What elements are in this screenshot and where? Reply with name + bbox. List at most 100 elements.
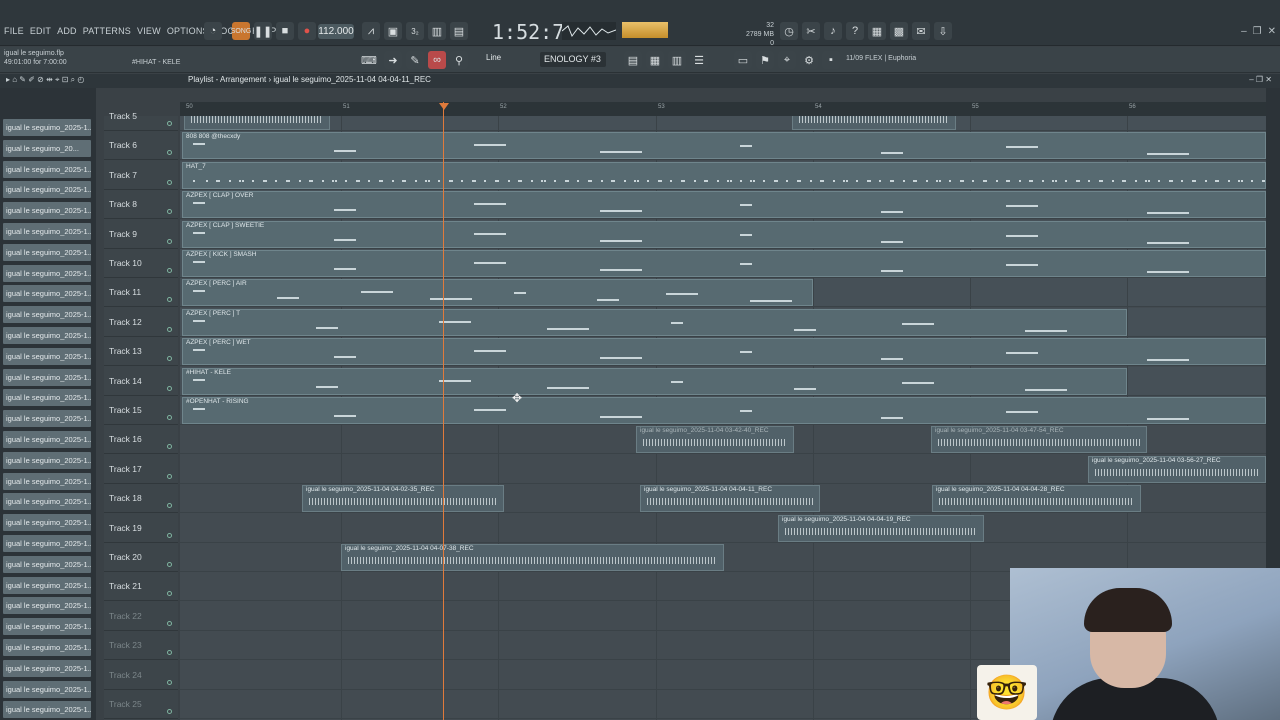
menu-add[interactable]: ADD (57, 26, 77, 36)
audio-clip[interactable]: igual le seguimo_2025-11-04 03-44-35_REC (184, 116, 330, 130)
picker-item[interactable]: igual le seguimo_2025-1... (3, 639, 91, 656)
audio-clip[interactable]: igual le seguimo_2025-11-04 04-04-19_REC (778, 514, 984, 542)
minimize-icon[interactable]: – (1241, 26, 1247, 37)
track-mute-toggle[interactable] (167, 238, 172, 244)
audio-clip[interactable]: igual le seguimo_2025-11-04 03-56-27_REC (1088, 455, 1266, 483)
blend-notes-icon[interactable]: ▤ (450, 22, 468, 40)
store-icon[interactable]: ▦ (868, 22, 886, 40)
song-mode-toggle[interactable]: SONG (231, 22, 251, 40)
track-header[interactable]: Track 5 (104, 102, 178, 131)
step-edit-icon[interactable]: ▥ (428, 22, 446, 40)
pattern-clip[interactable]: AZPEX [ PERC ] T (182, 308, 1127, 336)
track-mute-toggle[interactable] (167, 562, 172, 567)
audio-clip[interactable]: igual le seguimo_2025-11-04 04-04-11_REC (640, 485, 820, 513)
plugin-icon[interactable]: ▩ (890, 22, 908, 40)
track-header[interactable]: Track 13 (104, 337, 178, 367)
track-mute-toggle[interactable] (167, 532, 172, 538)
track-header[interactable]: Track 21 (104, 572, 178, 602)
track-mute-toggle[interactable] (167, 209, 172, 215)
timeline-ruler[interactable]: 50 51 52 53 54 55 56 (180, 102, 1266, 116)
pattern-clip[interactable]: AZPEX [ CLAP ] OVER (182, 191, 1266, 219)
stamp-icon[interactable]: ⚲ (450, 51, 468, 69)
audio-clip[interactable]: igual le seguimo_2025-11-04 03-42-40_REC (636, 426, 794, 454)
picker-item[interactable]: igual le seguimo_2025-1... (3, 181, 91, 199)
track-mute-toggle[interactable] (167, 650, 172, 656)
track-mute-toggle[interactable] (167, 415, 172, 420)
pattern-clip[interactable]: #HIHAT - KELE (182, 367, 1127, 395)
picker-item[interactable]: igual le seguimo_2025-1... (3, 327, 91, 344)
picker-item[interactable]: igual le seguimo_2025-1... (3, 285, 91, 303)
pattern-clip[interactable]: AZPEX [ PERC ] AIR (182, 279, 813, 307)
picker-item[interactable]: igual le seguimo_2025-1... (3, 202, 91, 220)
track-header[interactable]: Track 8 (104, 190, 178, 220)
picker-item[interactable]: igual le seguimo_2025-1... (3, 535, 91, 552)
pattern-clip[interactable]: AZPEX [ PERC ] WET (182, 338, 1266, 366)
pattern-clip[interactable]: HAT_7 (182, 161, 1266, 189)
audio-clip[interactable]: igual le seguimo_2025-11-04 04-04-28_REC (932, 485, 1141, 513)
menu-patterns[interactable]: PATTERNS (83, 26, 131, 36)
track-mute-toggle[interactable] (167, 150, 172, 156)
track-header[interactable]: Track 25 (104, 690, 178, 719)
stop-button[interactable]: ■ (276, 22, 294, 40)
loop-record-icon[interactable]: 3₂ (406, 22, 424, 40)
countdown-icon[interactable]: ▣ (384, 22, 402, 40)
picker-item[interactable]: igual le seguimo_2025-1... (3, 493, 91, 511)
picker-item[interactable]: igual le seguimo_2025-1... (3, 264, 91, 282)
picker-item[interactable]: igual le seguimo_2025-1... (3, 472, 91, 490)
wrench-icon[interactable]: ⚙ (800, 51, 818, 69)
track-header[interactable]: Track 7 (104, 161, 178, 190)
record-button[interactable]: ● (298, 22, 316, 40)
track-lane[interactable] (180, 514, 1266, 543)
cut-icon[interactable]: ✂ (802, 22, 820, 40)
track-header[interactable]: Track 6 (104, 131, 178, 161)
track-mute-toggle[interactable] (167, 268, 172, 273)
picker-item[interactable]: igual le seguimo_2025-1... (3, 119, 91, 136)
pattern-clip[interactable]: #OPENHAT - RISING (182, 397, 1266, 424)
picker-item[interactable]: igual le seguimo_2025-1... (3, 223, 91, 240)
picker-item[interactable]: igual le seguimo_2025-1... (3, 659, 91, 677)
picker-item[interactable]: igual le seguimo_2025-1... (3, 597, 91, 615)
track-mute-toggle[interactable] (167, 591, 172, 597)
track-mute-toggle[interactable] (167, 620, 172, 626)
pencil-icon[interactable]: ✎ (406, 51, 424, 69)
audio-clip[interactable]: igual le seguimo_2025-11-04 03-47-54_REC (931, 426, 1147, 454)
pause-button[interactable]: ❚❚ (254, 22, 272, 40)
wait-icon[interactable]: ⩘ (362, 22, 380, 40)
track-header[interactable]: Track 15 (104, 396, 178, 425)
picker-item[interactable]: igual le seguimo_2025-1... (3, 410, 91, 428)
picker-item[interactable]: igual le seguimo_2025-1... (3, 514, 91, 532)
tempo-display[interactable]: 112.000 (318, 24, 354, 39)
track-header[interactable]: Track 18 (104, 484, 178, 514)
track-header[interactable]: Track 10 (104, 249, 178, 278)
track-mute-toggle[interactable] (167, 385, 172, 391)
picker-item[interactable]: igual le seguimo_2025-1... (3, 576, 91, 594)
audio-clip[interactable]: igual le seguimo_2025-11-04 03-44-35_REC (792, 116, 956, 130)
pin-icon[interactable]: ⚑ (756, 51, 774, 69)
picker-item[interactable]: igual le seguimo_2025-1... (3, 431, 91, 448)
chat-icon[interactable]: ✉ (912, 22, 930, 40)
track-header[interactable]: Track 17 (104, 455, 178, 484)
channel-rack-icon[interactable]: ▦ (646, 51, 664, 69)
close-icon[interactable]: ✕ (1268, 26, 1276, 37)
keyboard-icon[interactable]: ⌨ (360, 51, 378, 69)
track-mute-toggle[interactable] (167, 297, 172, 303)
track-header[interactable]: Track 14 (104, 367, 178, 396)
track-mute-toggle[interactable] (167, 179, 172, 185)
audio-clip[interactable]: igual le seguimo_2025-11-04 04-02-35_REC (302, 485, 504, 513)
audio-clip[interactable]: igual le seguimo_2025-11-04 04-07-38_REC (341, 544, 724, 571)
track-mute-toggle[interactable] (167, 679, 172, 685)
tuner-icon[interactable]: ⌖ (778, 51, 796, 69)
menu-view[interactable]: VIEW (137, 26, 161, 36)
help-icon[interactable]: ? (846, 22, 864, 40)
browser-icon[interactable]: ☰ (690, 51, 708, 69)
track-mute-toggle[interactable] (167, 356, 172, 362)
track-header[interactable]: Track 11 (104, 278, 178, 308)
menu-options[interactable]: OPTIONS (167, 26, 209, 36)
restore-icon[interactable]: ❐ (1253, 26, 1262, 37)
link-icon[interactable]: ∞ (428, 51, 446, 69)
picker-item[interactable]: igual le seguimo_2025-1... (3, 618, 91, 636)
picker-item[interactable]: igual le seguimo_2025-1... (3, 680, 91, 698)
track-header[interactable]: Track 22 (104, 602, 178, 631)
picker-item[interactable]: igual le seguimo_2025-1... (3, 306, 91, 324)
track-mute-toggle[interactable] (167, 709, 172, 714)
